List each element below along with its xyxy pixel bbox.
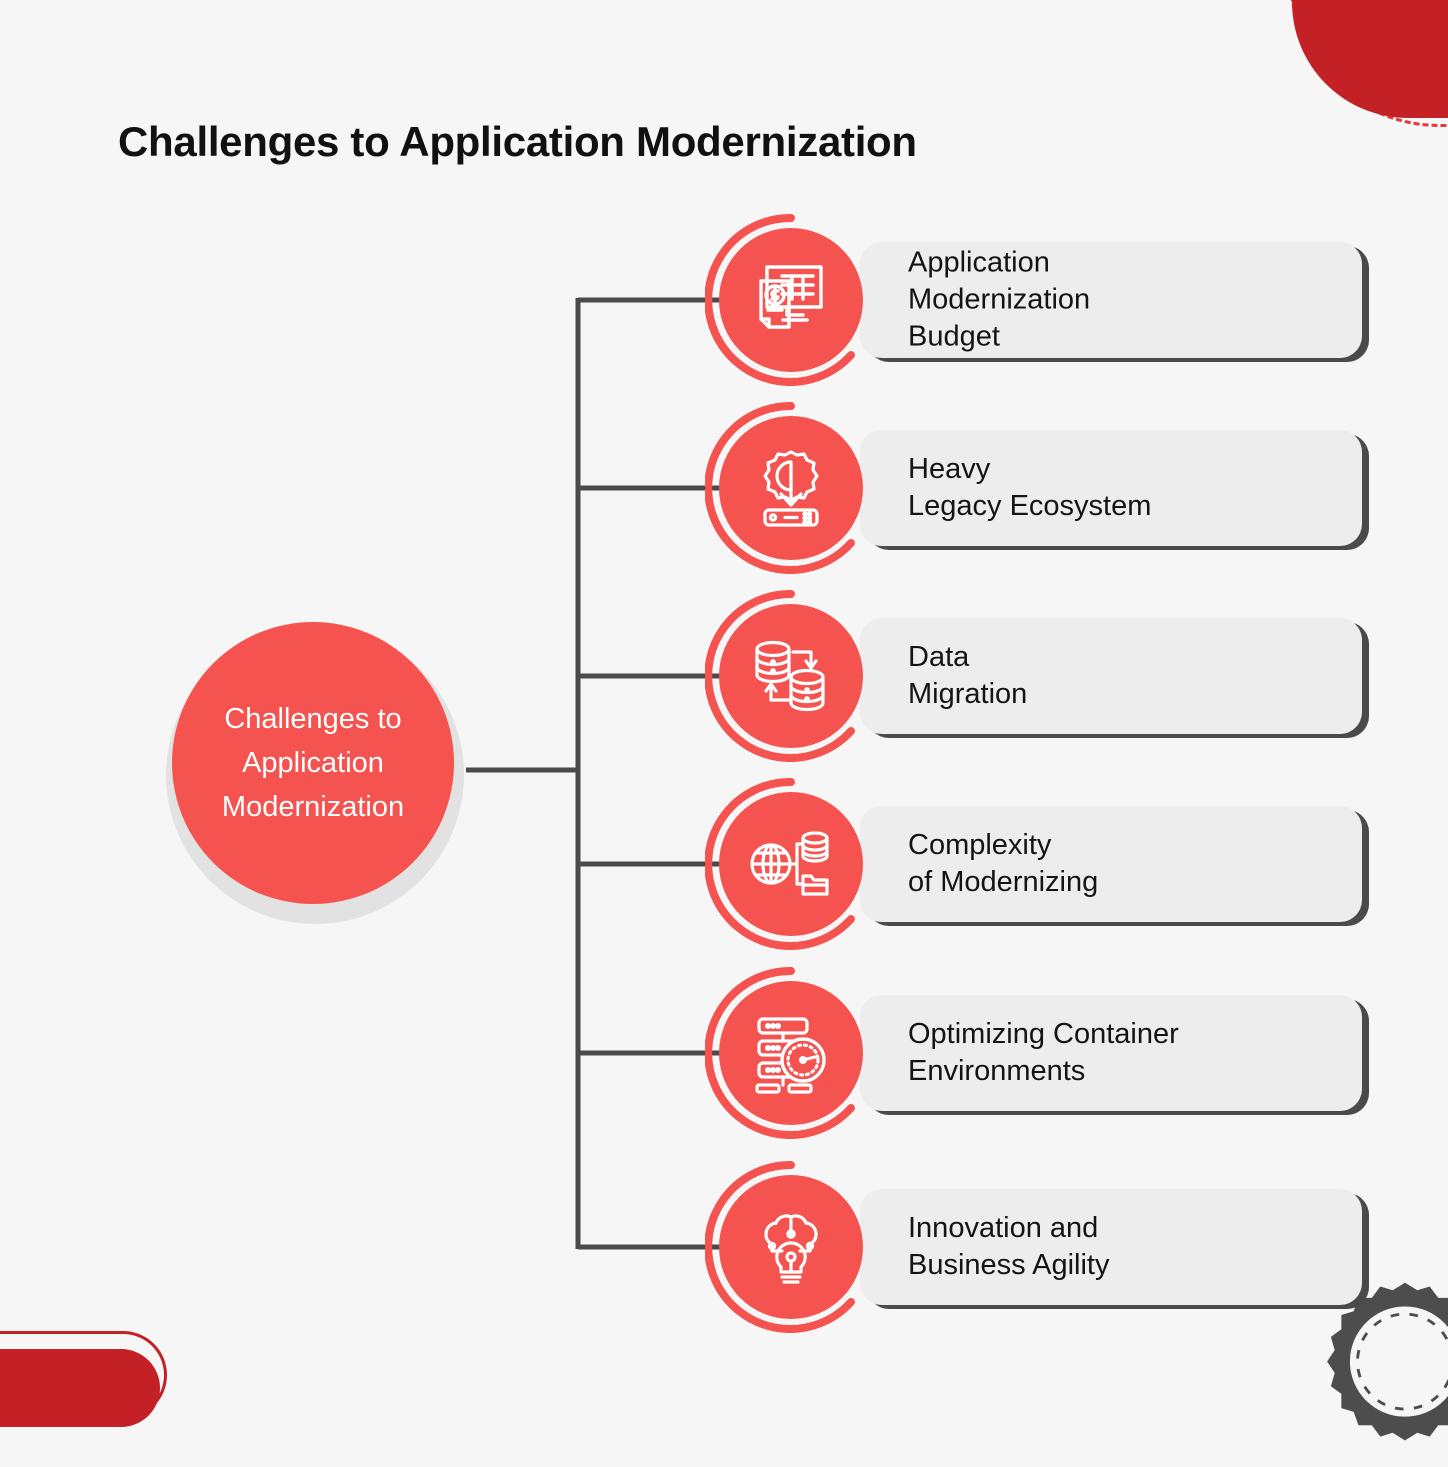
gear-download-server-icon xyxy=(719,416,863,560)
list-item[interactable]: Data Migration xyxy=(705,590,1235,762)
item-badge-4[interactable] xyxy=(705,778,877,950)
item-badge-6[interactable] xyxy=(705,1161,877,1333)
globe-database-folder-icon xyxy=(719,792,863,936)
item-badge-1[interactable] xyxy=(705,214,877,386)
hub-label: Challenges to Application Modernization xyxy=(172,697,454,829)
item-badge-3[interactable] xyxy=(705,590,877,762)
invoice-monitor-icon xyxy=(719,228,863,372)
item-label-1: Application Modernization Budget xyxy=(908,245,1090,356)
list-item[interactable]: Heavy Legacy Ecosystem xyxy=(705,402,1235,574)
item-badge-5[interactable] xyxy=(705,967,877,1139)
central-hub[interactable]: Challenges to Application Modernization xyxy=(158,618,464,924)
item-badge-2[interactable] xyxy=(705,402,877,574)
bottom-left-rounded-bar-decoration xyxy=(0,1349,160,1427)
database-transfer-icon xyxy=(719,604,863,748)
server-gauge-icon xyxy=(719,981,863,1125)
brain-lightbulb-icon xyxy=(719,1175,863,1319)
item-label-2: Heavy Legacy Ecosystem xyxy=(908,451,1151,525)
hub-disc: Challenges to Application Modernization xyxy=(172,622,454,904)
top-right-quarter-circle-decoration xyxy=(1292,0,1448,118)
item-label-6: Innovation and Business Agility xyxy=(908,1210,1110,1284)
gear-icon xyxy=(1310,1277,1448,1467)
list-item[interactable]: Application Modernization Budget xyxy=(705,214,1235,386)
list-item[interactable]: Optimizing Container Environments xyxy=(705,967,1235,1139)
page-title: Challenges to Application Modernization xyxy=(118,118,917,166)
item-label-5: Optimizing Container Environments xyxy=(908,1016,1179,1090)
item-label-3: Data Migration xyxy=(908,639,1027,713)
item-label-4: Complexity of Modernizing xyxy=(908,827,1098,901)
list-item[interactable]: Innovation and Business Agility xyxy=(705,1161,1235,1333)
list-item[interactable]: Complexity of Modernizing xyxy=(705,778,1235,950)
